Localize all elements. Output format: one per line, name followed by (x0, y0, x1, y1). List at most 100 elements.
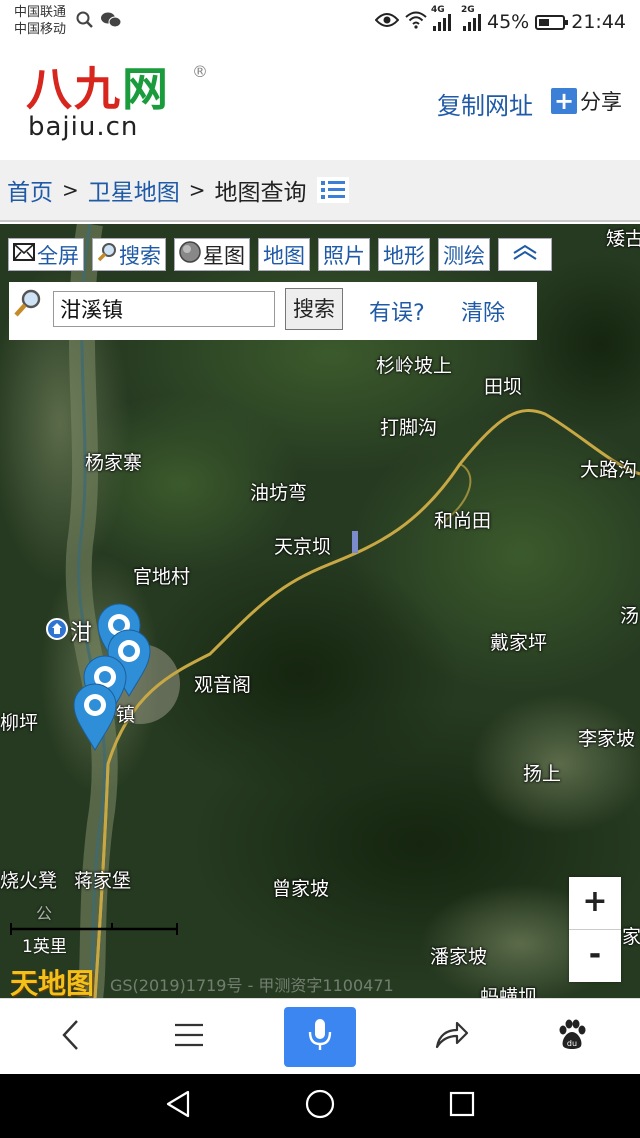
place-label: 大路沟 (580, 459, 638, 481)
star-map-label: 星图 (203, 243, 245, 268)
site-header: 八九网 ® bajiu.cn 复制网址 + 分享 (0, 44, 640, 160)
logo-char-2: 九 (74, 62, 122, 116)
place-label: 蚂蟥坝 (480, 986, 538, 998)
nav-home-button[interactable] (280, 1074, 360, 1138)
place-label: 官地村 (133, 566, 191, 588)
browser-toolbar: du (0, 998, 640, 1075)
battery-percent: 45% (487, 11, 530, 33)
chevron-left-icon (61, 1019, 81, 1055)
breadcrumb-satellite-map[interactable]: 卫星地图 (88, 173, 180, 207)
plus-icon: + (551, 88, 577, 114)
nav-recents-button[interactable] (422, 1074, 502, 1138)
place-label: 泔 (70, 621, 93, 646)
place-label: 扬上 (523, 763, 562, 785)
zoom-out-button[interactable]: - (569, 929, 621, 982)
survey-mode-button[interactable]: 测绘 (438, 238, 490, 271)
registered-mark: ® (192, 62, 208, 81)
logo-char-1: 八 (26, 62, 74, 116)
place-label: 杨家寨 (85, 452, 143, 474)
clock: 21:44 (571, 11, 626, 33)
place-label: 李家坡 (578, 728, 636, 750)
status-bar: 中国联通 中国移动 4G 2G 45% 21:44 (0, 0, 640, 44)
nav-back-button[interactable] (138, 1074, 218, 1138)
voice-search-button[interactable] (284, 1007, 356, 1067)
system-navigation-bar (0, 1074, 640, 1138)
photo-mode-button[interactable]: 照片 (318, 238, 370, 271)
place-label: 柳坪 (0, 712, 39, 734)
collapse-toolbar-button[interactable] (498, 238, 552, 271)
place-label: 蒋家堡 (74, 870, 132, 892)
menu-list-icon[interactable] (316, 177, 349, 203)
place-label: 烧火凳 (0, 870, 58, 892)
microphone-icon (307, 1018, 333, 1056)
place-label: 公 (36, 904, 53, 923)
back-button[interactable] (31, 999, 111, 1075)
breadcrumb-home[interactable]: 首页 (7, 173, 53, 207)
satellite-map[interactable]: 矮古 杉岭坡上 田坝 打脚沟 杨家寨 大路沟 油坊弯 和尚田 天京坝 官地村 泔… (0, 224, 640, 998)
square-recents-icon (449, 1091, 475, 1121)
place-label: 田坝 (484, 376, 523, 398)
map-search-panel: 搜索 有误? 清除 (9, 282, 537, 340)
place-label: 曾家坡 (272, 878, 330, 900)
breadcrumb: 首页 > 卫星地图 > 地图查询 (0, 160, 640, 222)
place-label: 天京坝 (274, 536, 332, 558)
place-label: 潘家坡 (430, 946, 488, 968)
baidu-home-button[interactable]: du (532, 999, 612, 1075)
place-label: 油坊弯 (250, 482, 308, 504)
network-type-2: 2G (461, 5, 475, 15)
tianditu-logo: 天地图 (10, 967, 95, 998)
site-logo[interactable]: 八九网 ® bajiu.cn (26, 62, 226, 152)
signal-2g-icon: 2G (461, 5, 481, 31)
magnifier-icon (13, 288, 43, 318)
zoom-in-button[interactable]: + (569, 877, 621, 929)
logo-domain: bajiu.cn (28, 112, 139, 142)
logo-chinese: 八九网 (26, 62, 170, 116)
place-label: 矮古 (606, 228, 640, 250)
place-label: 戴家坪 (490, 632, 548, 654)
circle-home-icon (305, 1089, 335, 1123)
star-map-button[interactable]: 星图 (174, 238, 250, 271)
copy-url-link[interactable]: 复制网址 (437, 86, 533, 121)
signal-4g-icon: 4G (431, 5, 451, 31)
terrain-mode-button[interactable]: 地形 (378, 238, 430, 271)
breadcrumb-current: 地图查询 (214, 180, 307, 206)
share-page-button[interactable] (412, 999, 492, 1075)
carrier-1: 中国联通 (14, 5, 67, 20)
search-button[interactable]: 搜索 (285, 288, 343, 330)
forward-share-icon (435, 1021, 469, 1053)
baidu-paw-icon: du (556, 1019, 588, 1055)
share-button[interactable]: + 分享 (551, 86, 622, 116)
place-label: 观音阁 (194, 674, 252, 696)
triangle-back-icon (165, 1090, 191, 1122)
carrier-labels: 中国联通 中国移动 (14, 4, 66, 38)
wechat-icon (100, 11, 122, 34)
fullscreen-label: 全屏 (37, 243, 79, 268)
eye-icon (374, 11, 400, 33)
map-toolbar: 全屏 搜索 星图 地图 照片 地形 测绘 (8, 238, 552, 271)
zoom-control: + - (569, 877, 621, 982)
place-search-input[interactable] (53, 291, 275, 327)
menu-button[interactable] (149, 999, 229, 1075)
battery-icon (535, 14, 569, 30)
carrier-2: 中国移动 (14, 22, 67, 37)
scale-label: 1英里 (22, 937, 67, 957)
share-label: 分享 (580, 90, 622, 114)
report-error-link[interactable]: 有误? (369, 295, 425, 327)
chevron-up-icon (512, 244, 538, 265)
globe-icon (179, 241, 201, 268)
search-tool-button[interactable]: 搜索 (92, 238, 166, 271)
map-mode-button[interactable]: 地图 (258, 238, 310, 271)
map-copyright: GS(2019)1719号 - 甲测资字1100471 (110, 976, 394, 995)
clear-link[interactable]: 清除 (461, 295, 505, 327)
map-marker-icon[interactable] (72, 682, 118, 756)
svg-text:du: du (567, 1039, 577, 1048)
fullscreen-button[interactable]: 全屏 (8, 238, 84, 271)
place-label: 打脚沟 (380, 417, 438, 439)
wifi-icon (405, 11, 427, 34)
hamburger-icon (174, 1022, 204, 1052)
place-label: 杉岭坡上 (376, 355, 453, 377)
breadcrumb-separator: > (62, 178, 79, 202)
place-label: 汤 (620, 605, 640, 627)
magnifier-icon (97, 242, 117, 267)
breadcrumb-separator: > (188, 178, 206, 202)
